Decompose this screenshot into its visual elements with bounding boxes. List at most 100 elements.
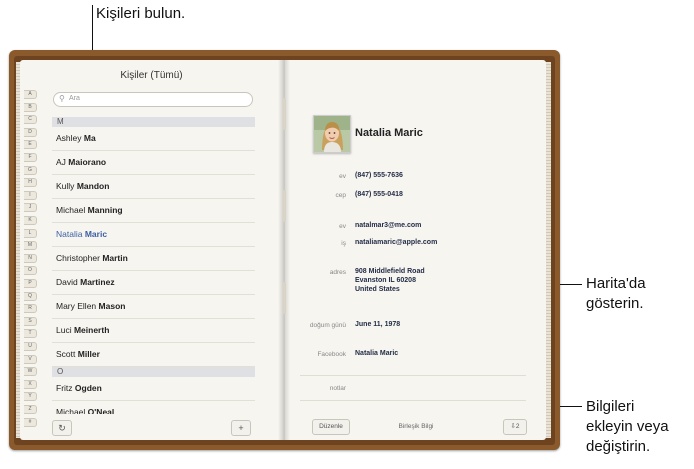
index-letter[interactable]: I [24,190,37,200]
list-item[interactable]: Ashley Ma [52,127,255,151]
list-item[interactable]: Luci Meinerth [52,319,255,343]
field-value-home-phone[interactable]: (847) 555-7636 [355,171,403,180]
field-label-birthday: doğum günü [309,322,346,329]
plus-icon: + [238,423,244,433]
index-letter[interactable]: Z [24,405,37,414]
callout-edit-3: değiştirin. [586,438,651,455]
list-item[interactable]: Fritz Ogden [52,377,255,401]
page-clasp-2 [283,190,286,222]
search-input[interactable]: ⚲ Ara [53,92,253,107]
index-letter[interactable]: K [24,216,37,225]
list-item[interactable]: David Martinez [52,271,255,295]
list-item[interactable]: AJ Maiorano [52,151,255,175]
field-label-home-phone: ev [339,173,346,180]
field-value-work-email[interactable]: nataliamaric@apple.com [355,238,437,247]
index-letter[interactable]: P [24,279,37,288]
index-letter[interactable]: Y [24,392,37,402]
contact-last-name: Martinez [80,277,115,287]
index-letter[interactable]: F [24,153,37,162]
contact-first-name: Scott [56,349,76,359]
list-item[interactable]: Michael O'Neal [52,401,255,414]
index-letter[interactable]: H [24,178,37,188]
list-item[interactable]: Michael Manning [52,199,255,223]
index-letter[interactable]: Q [24,291,37,301]
index-letter[interactable]: G [24,165,37,175]
field-label-mobile: cep [335,192,346,199]
search-icon: ⚲ [59,94,65,103]
index-letter[interactable]: D [24,127,37,137]
page-clasp-3 [283,282,286,314]
index-letter[interactable]: M [24,241,37,251]
contact-first-name: Kully [56,181,75,191]
field-label-facebook: Facebook [317,351,346,358]
contacts-title: Kişiler (Tümü) [120,70,183,81]
address-line-3: United States [355,286,400,293]
contact-first-name: David [56,277,78,287]
contact-last-name: Meinerth [73,325,110,335]
index-letter[interactable]: R [24,304,37,314]
contacts-list[interactable]: M Ashley Ma AJ Maiorano Kully Mandon Michae… [52,117,255,414]
list-item[interactable]: Christopher Martin [52,247,255,271]
search-placeholder: Ara [69,95,80,102]
callout-find-contacts: Kişileri bulun. [96,5,186,22]
index-letter[interactable]: X [24,379,37,389]
list-item[interactable]: Mary Ellen Mason [52,295,255,319]
index-letter[interactable]: L [24,228,37,238]
contact-last-name: Mandon [76,181,110,191]
page-clasp-1 [283,98,286,130]
contact-first-name: Michael [56,407,86,414]
field-label-home-email: ev [339,223,346,230]
index-letter[interactable]: B [24,102,37,112]
contact-first-name: Christopher [56,253,100,263]
section-header-m: M [52,117,255,127]
index-letter[interactable]: C [24,115,37,125]
contact-first-name: Fritz [56,383,73,393]
field-value-birthday: June 11, 1978 [355,321,401,328]
field-value-address[interactable]: 908 Middlefield Road Evanston IL 60208 U… [355,267,425,294]
callout-map-2: gösterin. [586,295,644,312]
contact-last-name: O'Neal [87,407,115,414]
index-letter[interactable]: J [24,203,37,213]
contact-photo-image [314,116,350,152]
contact-first-name: AJ [56,157,66,167]
list-item-selected[interactable]: Natalia Maric [52,223,255,247]
field-value-mobile[interactable]: (847) 555-0418 [355,190,403,199]
field-value-home-email[interactable]: natalmar3@me.com [355,221,421,230]
index-letter[interactable]: A [24,90,37,99]
callout-map-1: Harita'da [586,275,646,292]
index-letter[interactable]: V [24,354,37,364]
refresh-button[interactable]: ↻ [52,420,72,436]
contact-last-name: Ma [83,133,96,143]
contact-last-name: Maiorano [68,157,107,167]
share-button[interactable]: ⇩2 [503,419,527,435]
contact-last-name: Manning [87,205,123,215]
contact-last-name: Maric [84,229,108,239]
list-item[interactable]: Scott Miller [52,343,255,367]
index-letter[interactable]: S [24,316,37,326]
address-line-2: Evanston IL 60208 [355,277,416,284]
index-letter[interactable]: E [24,140,37,150]
index-letter[interactable]: U [24,342,37,351]
index-letter[interactable]: # [24,417,37,427]
contact-name: Natalia Maric [355,127,423,139]
field-label-address: adres [329,269,346,276]
index-letter[interactable]: N [24,253,37,263]
address-line-1: 908 Middlefield Road [355,268,425,275]
contact-last-name: Ogden [74,383,102,393]
contact-first-name: Natalia [56,229,83,239]
contact-first-name: Ashley [56,133,82,143]
contact-photo[interactable] [313,115,351,153]
contact-first-name: Luci [56,325,72,335]
divider [300,400,526,401]
index-letter[interactable]: W [24,367,37,377]
index-letter[interactable]: O [24,266,37,276]
linked-info-label: Birleşik Bilgi [398,423,434,430]
edit-button[interactable]: Düzenle [312,419,350,435]
contact-last-name: Miller [77,349,100,359]
alphabet-index[interactable]: A B C D E F G H I J K L M N O P Q R S T U V W X Y Z # [24,90,37,430]
contact-first-name: Michael [56,205,86,215]
field-value-facebook[interactable]: Natalia Maric [355,349,398,358]
list-item[interactable]: Kully Mandon [52,175,255,199]
index-letter[interactable]: T [24,329,37,339]
add-contact-button[interactable]: + [231,420,251,436]
